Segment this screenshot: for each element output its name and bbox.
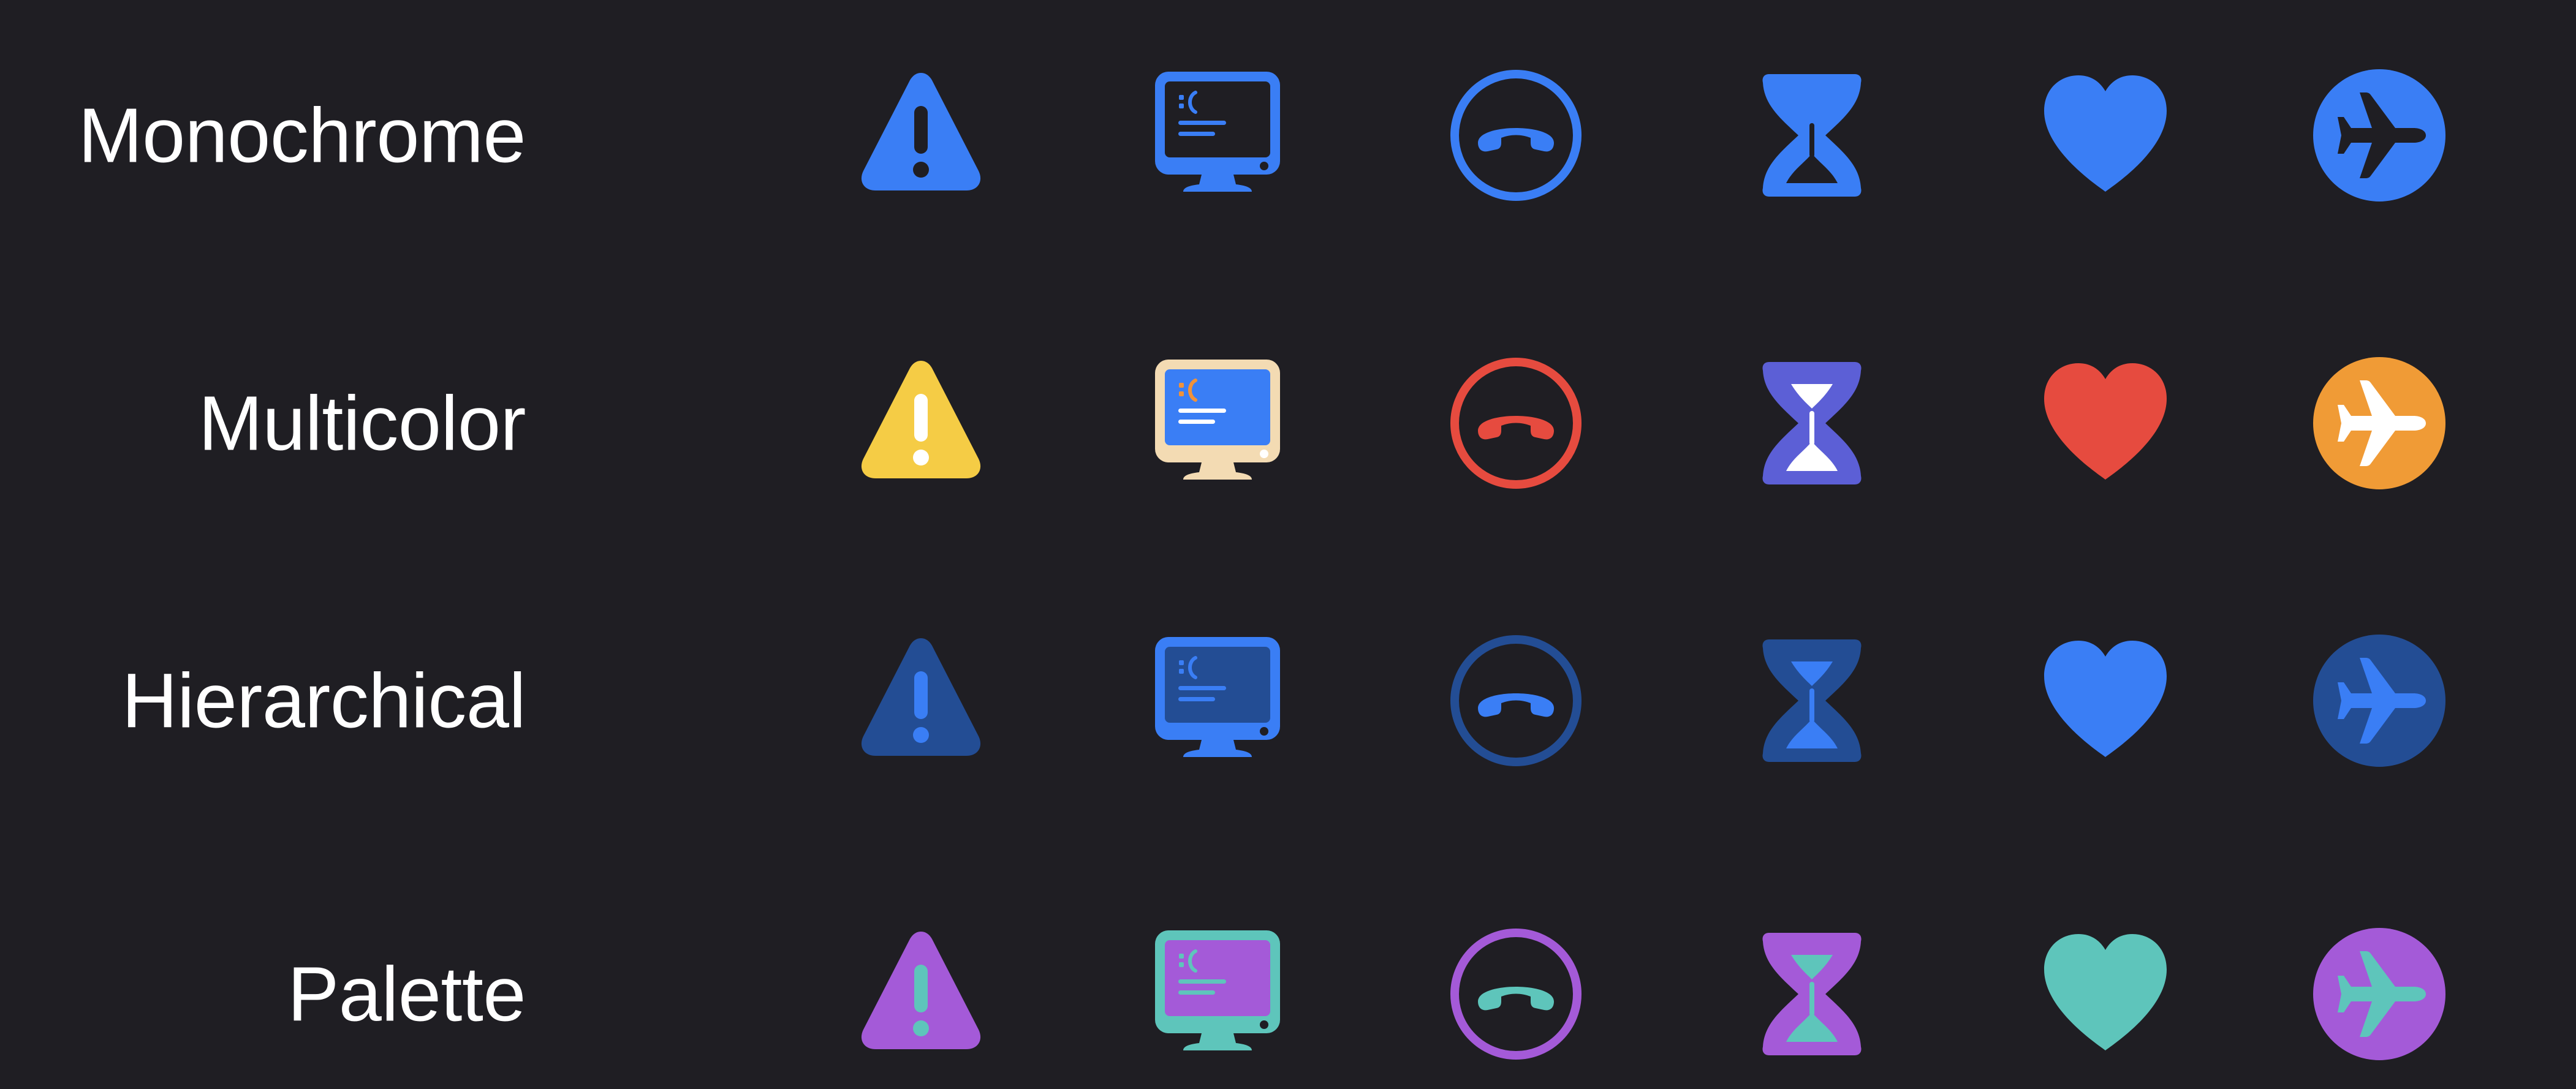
desktop-computer-sad-icon (1144, 627, 1291, 774)
airplane-circle-icon (2306, 62, 2453, 209)
hourglass-icon (1738, 627, 1885, 774)
hourglass-icon (1738, 62, 1885, 209)
rendering-mode-row-hierarchical: Hierarchical (0, 627, 2576, 774)
exclamationmark-triangle-icon (847, 62, 994, 209)
heart-icon (2032, 350, 2179, 497)
heart-icon (2032, 921, 2179, 1068)
exclamationmark-triangle-icon (847, 350, 994, 497)
desktop-computer-sad-icon (1144, 62, 1291, 209)
row-label: Monochrome (78, 92, 526, 179)
airplane-circle-icon (2306, 627, 2453, 774)
airplane-circle-icon (2306, 921, 2453, 1068)
rendering-mode-row-multicolor: Multicolor (0, 350, 2576, 497)
exclamationmark-triangle-icon (847, 627, 994, 774)
phone-down-circle-icon (1442, 627, 1589, 774)
symbol-rendering-modes-grid: Monochrome Multicolor Hierarchical Palet… (0, 0, 2576, 1089)
phone-down-circle-icon (1442, 921, 1589, 1068)
heart-icon (2032, 627, 2179, 774)
row-label: Multicolor (198, 380, 526, 467)
row-label: Palette (287, 951, 526, 1038)
exclamationmark-triangle-icon (847, 921, 994, 1068)
rendering-mode-row-palette: Palette (0, 921, 2576, 1068)
rendering-mode-row-monochrome: Monochrome (0, 62, 2576, 209)
phone-down-circle-icon (1442, 350, 1589, 497)
desktop-computer-sad-icon (1144, 350, 1291, 497)
hourglass-icon (1738, 350, 1885, 497)
hourglass-icon (1738, 921, 1885, 1068)
airplane-circle-icon (2306, 350, 2453, 497)
desktop-computer-sad-icon (1144, 921, 1291, 1068)
heart-icon (2032, 62, 2179, 209)
row-label: Hierarchical (121, 657, 526, 744)
phone-down-circle-icon (1442, 62, 1589, 209)
